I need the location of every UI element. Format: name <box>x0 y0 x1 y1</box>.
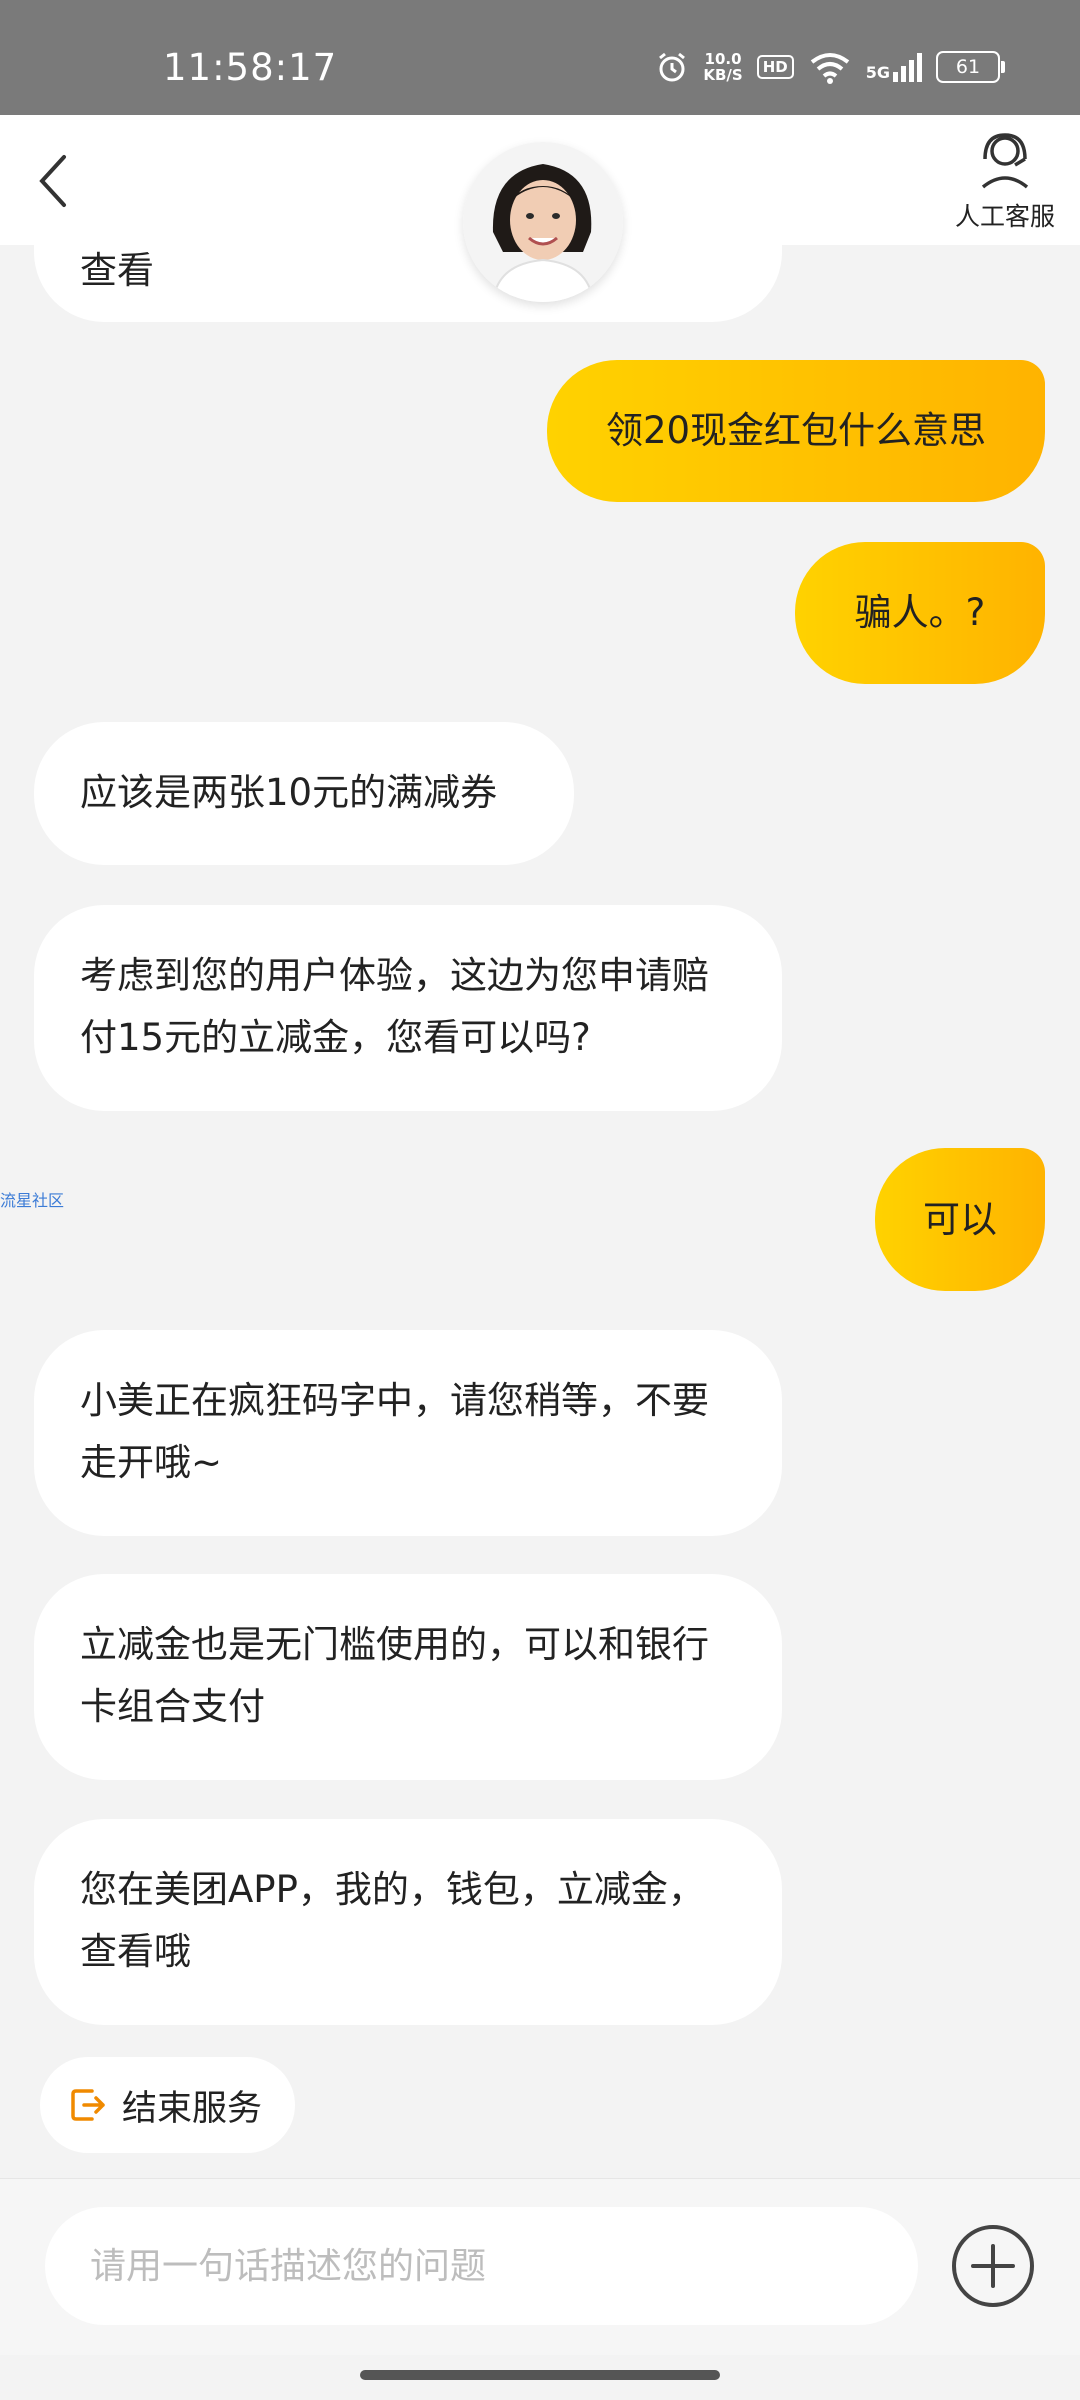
message-text: 领20现金红包什么意思 <box>605 409 987 452</box>
message-text: 可以 <box>923 1197 997 1241</box>
customer-service-label: 人工客服 <box>954 202 1055 231</box>
message-user: 可以 <box>875 1148 1045 1291</box>
message-text: 立减金也是无门槛使用的，可以和银行卡组合支付 <box>80 1623 709 1728</box>
plus-button[interactable] <box>950 2223 1036 2309</box>
exit-icon <box>71 2089 105 2121</box>
end-service-button[interactable]: 结束服务 <box>40 2057 295 2153</box>
message-text: 考虑到您的用户体验，这边为您申请赔付15元的立减金，您看可以吗? <box>80 954 709 1059</box>
message-text: 查看 <box>80 249 154 292</box>
status-icons: 10.0 KB/S HD 5G 61 <box>655 50 1005 84</box>
net-speed: 10.0 KB/S <box>703 51 742 83</box>
message-agent: 您在美团APP，我的，钱包，立减金，查看哦 <box>34 1819 782 2025</box>
wifi-icon <box>810 53 849 84</box>
signal-bars-icon <box>893 53 922 82</box>
headset-icon <box>981 133 1029 189</box>
message-agent: 考虑到您的用户体验，这边为您申请赔付15元的立减金，您看可以吗? <box>34 905 782 1111</box>
net-speed-value: 10.0 <box>704 50 742 68</box>
back-button[interactable] <box>30 151 80 211</box>
input-bar <box>0 2178 1080 2355</box>
watermark-text: 流星社区 <box>0 1191 65 1210</box>
agent-avatar-image <box>463 142 623 302</box>
signal-indicator: 5G <box>866 52 922 82</box>
network-type: 5G <box>865 63 890 82</box>
agent-avatar <box>463 142 623 302</box>
message-input[interactable] <box>45 2207 918 2325</box>
end-service-label: 结束服务 <box>122 2088 263 2129</box>
net-speed-unit: KB/S <box>703 66 743 84</box>
message-text: 您在美团APP，我的，钱包，立减金，查看哦 <box>80 1868 705 1973</box>
customer-service-button[interactable]: 人工客服 <box>950 129 1060 233</box>
status-time: 11:58:17 <box>163 46 338 89</box>
alarm-icon <box>659 52 686 82</box>
message-agent: 立减金也是无门槛使用的，可以和银行卡组合支付 <box>34 1574 782 1780</box>
status-bar: 11:58:17 10.0 KB/S HD 5G 61 <box>0 0 1080 115</box>
message-text: 应该是两张10元的满减券 <box>80 771 498 814</box>
message-user: 领20现金红包什么意思 <box>547 360 1045 502</box>
message-text: 小美正在疯狂码字中，请您稍等，不要走开哦~ <box>80 1379 709 1484</box>
hd-badge: HD <box>756 55 794 79</box>
message-user: 骗人。? <box>795 542 1045 684</box>
home-indicator[interactable] <box>360 2370 720 2380</box>
battery-indicator: 61 <box>936 51 1005 83</box>
message-agent: 小美正在疯狂码字中，请您稍等，不要走开哦~ <box>34 1330 782 1536</box>
message-text: 骗人。? <box>854 591 986 634</box>
message-agent: 应该是两张10元的满减券 <box>34 722 574 865</box>
